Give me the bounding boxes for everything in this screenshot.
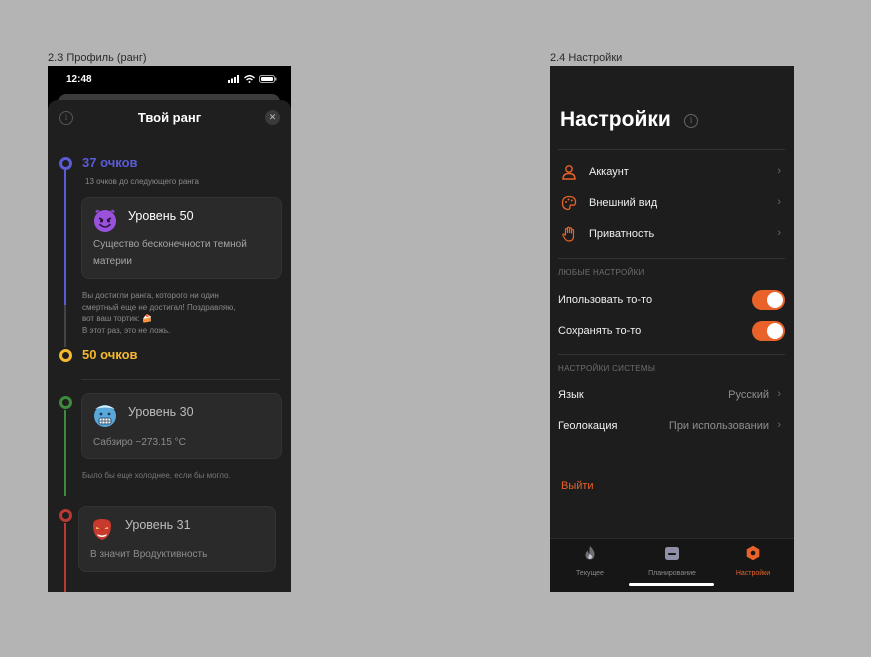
- tab-current[interactable]: Текущее: [550, 545, 630, 577]
- settings-row-label: Геолокация: [558, 420, 618, 432]
- freezing-face-emoji: [94, 405, 116, 427]
- settings-row-account[interactable]: Аккаунт ›: [558, 158, 785, 186]
- timeline-line: [64, 170, 66, 305]
- toggle-knob: [767, 323, 783, 339]
- rank-marker: [59, 396, 72, 409]
- settings-row-label: Внешний вид: [589, 197, 658, 209]
- rank-note: В этот раз, это не ложь.: [82, 325, 171, 335]
- rank-card: Уровень 31 В значит Вродуктивность: [78, 506, 276, 572]
- toggle-knob: [767, 292, 783, 308]
- chevron-right-icon: ›: [777, 419, 781, 431]
- settings-toggle-row: Сохранять то-то: [558, 317, 785, 345]
- person-icon: [562, 165, 576, 180]
- rank-description: В значит Вродуктивность: [90, 549, 208, 560]
- rank-sheet: i Твой ранг ✕ 37 очков 13 очков до следу…: [48, 100, 291, 592]
- settings-toggle-row: Ипользовать то-то: [558, 286, 785, 314]
- rank-marker: [59, 509, 72, 522]
- frame-label-rank: 2.3 Профиль (ранг): [48, 52, 147, 64]
- section-header: НАСТРОЙКИ СИСТЕМЫ: [558, 364, 656, 373]
- battery-icon: [259, 75, 277, 83]
- rank-points: 50 очков: [82, 347, 138, 362]
- divider: [558, 354, 785, 355]
- section-header: ЛЮБЫЕ НАСТРОЙКИ: [558, 268, 645, 277]
- rank-note: вот ваш тортик: 🍰: [82, 314, 152, 323]
- divider: [558, 258, 785, 259]
- rank-level: Уровень 50: [128, 209, 194, 223]
- rank-level: Уровень 31: [125, 518, 191, 532]
- toggle-switch[interactable]: [752, 321, 785, 341]
- chevron-right-icon: ›: [777, 227, 781, 239]
- close-icon[interactable]: ✕: [265, 110, 280, 125]
- home-indicator: [629, 583, 714, 586]
- status-bar: 12:48: [48, 66, 291, 94]
- toggle-label: Ипользовать то-то: [558, 294, 653, 306]
- tab-planning[interactable]: Планирование: [632, 545, 712, 577]
- rank-note: Было бы еще холоднее, если бы могло.: [82, 471, 231, 480]
- settings-row-label: Аккаунт: [589, 166, 629, 178]
- frame-label-settings: 2.4 Настройки: [550, 52, 623, 64]
- timeline-line: [64, 523, 66, 592]
- hand-icon: [562, 226, 575, 242]
- settings-row-privacy[interactable]: Приватность ›: [558, 220, 785, 248]
- smiling-devil-emoji: [94, 208, 116, 232]
- settings-screen: Настройки i Аккаунт › Внешний вид › Прив…: [550, 66, 794, 592]
- sheet-title: Твой ранг: [137, 110, 202, 125]
- red-mask-emoji: [93, 519, 111, 540]
- next-rank-text: 13 очков до следующего ранга: [85, 177, 199, 186]
- status-icons: [228, 75, 277, 83]
- tab-settings[interactable]: Настройки: [713, 545, 793, 577]
- toggle-switch[interactable]: [752, 290, 785, 310]
- chevron-right-icon: ›: [777, 165, 781, 177]
- rank-card: Уровень 50 Существо бесконечности темной…: [81, 197, 282, 279]
- info-icon[interactable]: i: [684, 114, 698, 128]
- status-time: 12:48: [66, 74, 92, 85]
- page-title: Настройки: [560, 108, 671, 131]
- settings-row-geolocation[interactable]: Геолокация При использовании ›: [558, 412, 785, 440]
- settings-row-label: Приватность: [589, 228, 655, 240]
- chevron-right-icon: ›: [777, 388, 781, 400]
- rank-description: Существо бесконечности темной: [93, 239, 247, 250]
- rank-description: Сабзиро −273.15 °C: [93, 437, 186, 448]
- tab-label: Планирование: [648, 570, 696, 577]
- rank-note: смертный еще не достигал! Поздравляю,: [82, 302, 236, 312]
- palette-icon: [561, 195, 577, 211]
- tab-label: Текущее: [576, 570, 604, 577]
- divider: [558, 149, 785, 150]
- rank-level: Уровень 30: [128, 405, 194, 419]
- rank-note: Вы достигли ранга, которого ни один: [82, 291, 219, 300]
- rank-description: материи: [93, 256, 132, 267]
- settings-row-language[interactable]: Язык Русский ›: [558, 381, 785, 409]
- settings-row-appearance[interactable]: Внешний вид ›: [558, 189, 785, 217]
- timeline-line: [64, 305, 66, 347]
- rank-card: Уровень 30 Сабзиро −273.15 °C: [81, 393, 282, 459]
- calendar-icon: [665, 547, 679, 560]
- wifi-icon: [244, 75, 255, 83]
- rank-marker-next: [59, 349, 72, 362]
- tab-label: Настройки: [735, 570, 771, 577]
- signal-icon: [228, 75, 239, 83]
- settings-hexagon-icon: [746, 545, 760, 561]
- flame-icon: [585, 546, 595, 560]
- settings-row-value: При использовании: [668, 420, 769, 432]
- rank-screen: 12:48 i Твой ранг ✕ 37 очков 13 очков до…: [48, 66, 291, 592]
- toggle-label: Сохранять то-то: [558, 325, 642, 337]
- rank-points: 37 очков: [82, 155, 138, 170]
- timeline-line: [64, 410, 66, 496]
- divider: [81, 379, 280, 380]
- settings-row-value: Русский: [728, 389, 769, 401]
- logout-button[interactable]: Выйти: [561, 480, 594, 492]
- settings-row-label: Язык: [558, 389, 584, 401]
- rank-marker-current: [59, 157, 72, 170]
- chevron-right-icon: ›: [777, 196, 781, 208]
